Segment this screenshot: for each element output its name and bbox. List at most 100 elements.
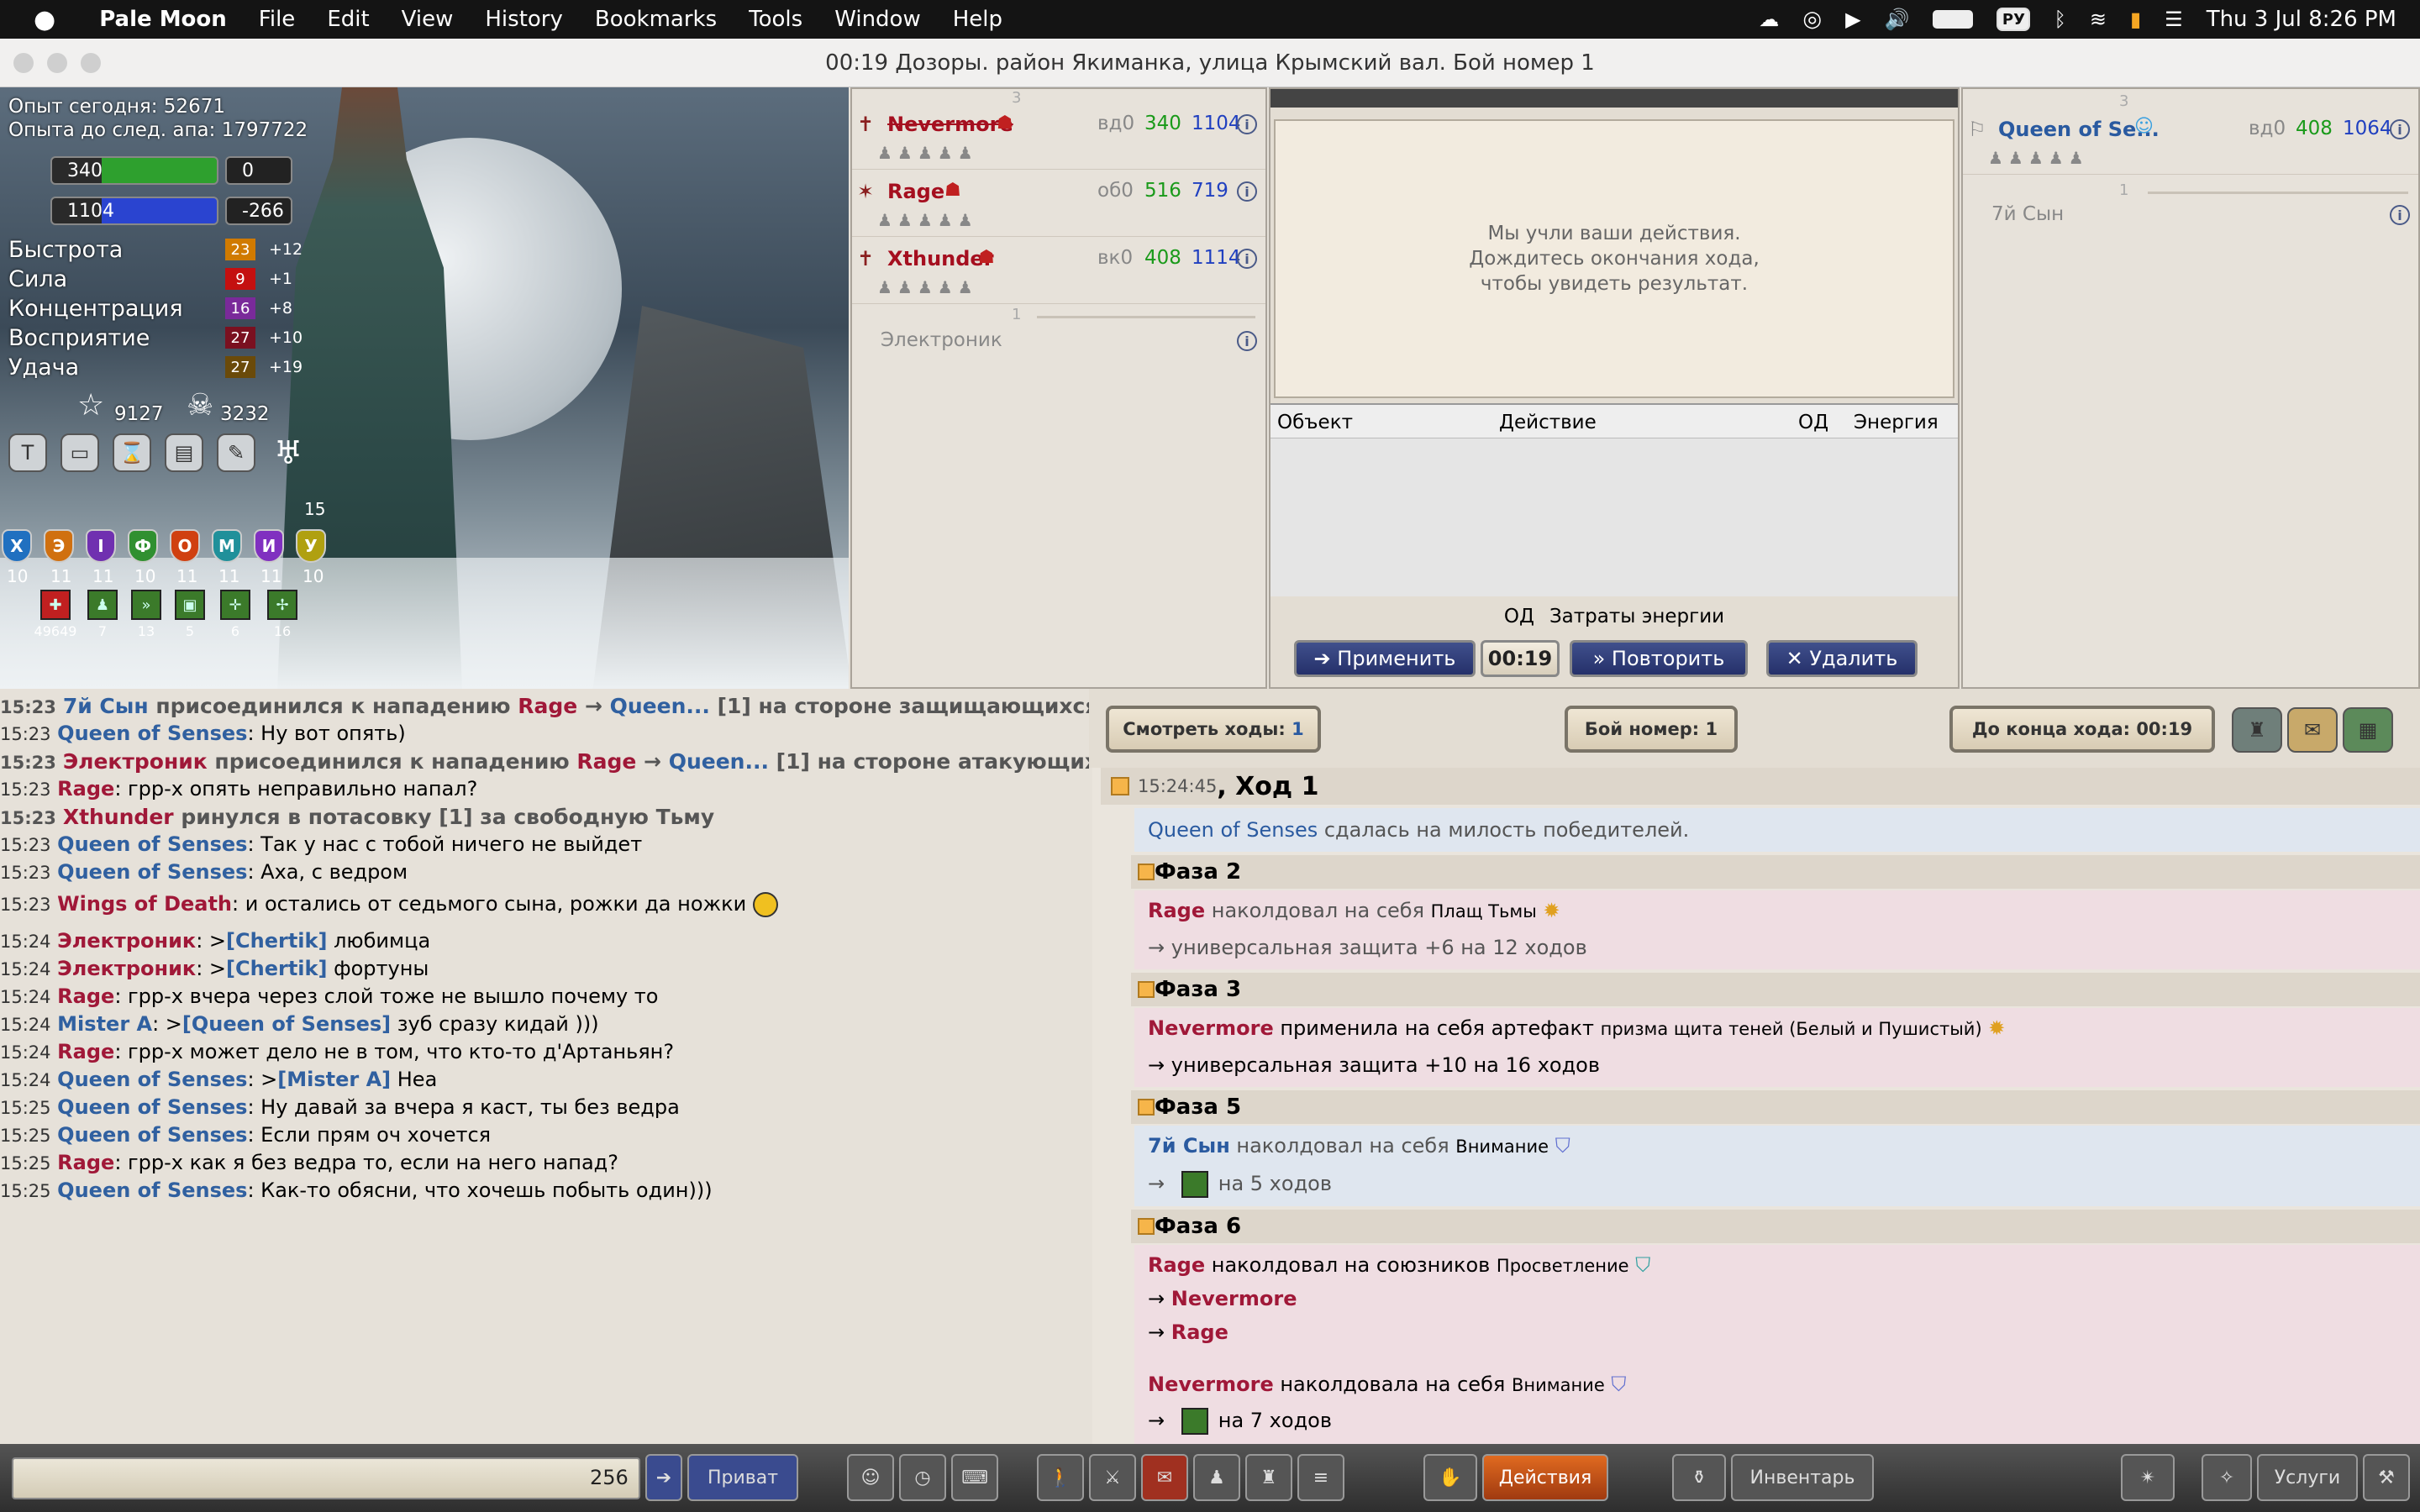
fighter-name[interactable]: Rage	[887, 180, 944, 203]
chat-author[interactable]: 7й Сын	[63, 694, 149, 718]
menu-app-name[interactable]: Pale Moon	[99, 7, 227, 32]
volume-icon[interactable]: 🔊	[1885, 8, 1910, 31]
swords-icon[interactable]: ⚔	[1089, 1454, 1136, 1501]
menu-tools[interactable]: Tools	[749, 7, 802, 32]
clock-icon[interactable]: ◷	[899, 1454, 946, 1501]
menu-history[interactable]: History	[485, 7, 563, 32]
box-icon[interactable]: ▣	[175, 590, 205, 620]
log-actor[interactable]: Rage	[1148, 1253, 1205, 1277]
private-button[interactable]: Приват	[687, 1454, 798, 1501]
fighter-name[interactable]: Nevermore	[887, 113, 1013, 136]
menu-bookmarks[interactable]: Bookmarks	[595, 7, 717, 32]
chat-recipient[interactable]: [Chertik]	[226, 929, 327, 953]
chat-author[interactable]: Xthunder	[63, 805, 174, 829]
shield-x-icon[interactable]: Х	[2, 529, 32, 563]
keyboard-icon[interactable]: ⌨	[951, 1454, 998, 1501]
fighter-row[interactable]: ✝ Xthunder ☗ вк0 408 1114 i ♟♟♟♟♟	[852, 239, 1265, 304]
close-window-button[interactable]	[13, 53, 34, 73]
chat-recipient[interactable]: [Mister A]	[277, 1068, 391, 1091]
notification-icon[interactable]: ▮	[2130, 8, 2141, 31]
inventory-icon[interactable]: ⚱	[1672, 1454, 1726, 1501]
menu-view[interactable]: View	[402, 7, 454, 32]
play-icon[interactable]: ▶	[1845, 8, 1860, 31]
sync-icon[interactable]: ◎	[1802, 7, 1822, 32]
tools-icon[interactable]: ✎	[217, 433, 255, 472]
menu-help[interactable]: Help	[953, 7, 1002, 32]
zoom-window-button[interactable]	[81, 53, 101, 73]
chat-author[interactable]: Электроник	[57, 957, 196, 980]
group-icon[interactable]: ♜	[1245, 1454, 1292, 1501]
info-icon[interactable]: i	[1237, 181, 1257, 202]
delete-button[interactable]: ✕ Удалить	[1766, 640, 1918, 677]
neutral-fighter-name[interactable]: Электроник	[881, 329, 1002, 351]
phase-collapse-icon[interactable]	[1138, 981, 1155, 998]
chat-attacker[interactable]: Rage	[576, 749, 636, 774]
send-button[interactable]: ➔	[645, 1454, 682, 1501]
chat-author[interactable]: Queen of Senses	[57, 860, 247, 884]
info-icon[interactable]: i	[1237, 249, 1257, 269]
shield-u-icon[interactable]: У	[296, 529, 326, 563]
log-actor[interactable]: Rage	[1148, 899, 1205, 922]
chat-author[interactable]: Queen of Senses	[57, 1179, 247, 1202]
chat-input[interactable]	[12, 1457, 640, 1499]
chat-author[interactable]: Queen of Senses	[57, 1095, 247, 1119]
chat-author[interactable]: Queen of Senses	[57, 1123, 247, 1147]
medkit-icon[interactable]: ✚	[40, 590, 71, 620]
chat-author[interactable]: Queen of Senses	[57, 832, 247, 856]
log-actor[interactable]: Nevermore	[1148, 1373, 1274, 1396]
chat-author[interactable]: Queen of Senses	[57, 722, 247, 745]
phase-collapse-icon[interactable]	[1138, 1218, 1155, 1235]
settings-icon[interactable]: ⚒	[2363, 1454, 2410, 1501]
chat-recipient[interactable]: [Queen of Senses]	[182, 1012, 391, 1036]
shield-o-icon[interactable]: О	[170, 529, 200, 563]
chat-author[interactable]: Wings of Death	[57, 892, 232, 916]
inventory-tab[interactable]: Инвентарь	[1731, 1454, 1874, 1501]
log-actor[interactable]: Queen of Senses	[1148, 818, 1318, 842]
log-target[interactable]: Rage	[1171, 1320, 1228, 1344]
chat-author[interactable]: Rage	[57, 1040, 114, 1063]
trophy-icon[interactable]: ♅	[269, 433, 308, 472]
chat-target[interactable]: Queen...	[669, 749, 769, 774]
watch-turns-button[interactable]: Смотреть ходы: 1	[1106, 706, 1321, 753]
bluetooth-icon[interactable]: ᛒ	[2054, 8, 2065, 31]
chat-author[interactable]: Rage	[57, 1151, 114, 1174]
mail-icon[interactable]: ✉	[1141, 1454, 1188, 1501]
turn-collapse-icon[interactable]	[1111, 777, 1129, 795]
actions-icon[interactable]: ✋	[1423, 1454, 1477, 1501]
emoticons-icon[interactable]: ☺	[847, 1454, 894, 1501]
tree-icon[interactable]: ✢	[267, 590, 297, 620]
services-icon[interactable]: ✧	[2202, 1454, 2252, 1501]
map-icon[interactable]: ▦	[2343, 707, 2393, 753]
menu-window[interactable]: Window	[834, 7, 921, 32]
phase-collapse-icon[interactable]	[1138, 1099, 1155, 1116]
menu-file[interactable]: File	[259, 7, 296, 32]
chat-target[interactable]: Queen...	[610, 694, 710, 718]
cloud-icon[interactable]: ☁	[1759, 8, 1779, 31]
chat-author[interactable]: Rage	[57, 777, 114, 801]
fighter-row[interactable]: ✶ Rage ☗ об0 516 719 i ♟♟♟♟♟	[852, 171, 1265, 237]
chat-author[interactable]: Mister A	[57, 1012, 152, 1036]
menubar-clock[interactable]: Thu 3 Jul 8:26 PM	[2207, 7, 2396, 32]
wallet-icon[interactable]: ▭	[60, 433, 99, 472]
fighter-row[interactable]: ✝ Nevermore ☗ вд0 340 1104 i ♟♟♟♟♟	[852, 104, 1265, 170]
log-actor[interactable]: Nevermore	[1148, 1016, 1274, 1040]
armor-icon[interactable]: ♜	[2232, 707, 2282, 753]
shield-m-icon[interactable]: М	[212, 529, 242, 563]
chat-author[interactable]: Электроник	[63, 749, 208, 774]
profile-t-icon[interactable]: T	[8, 433, 47, 472]
info-icon[interactable]: i	[2390, 205, 2410, 225]
chat-author[interactable]: Rage	[57, 984, 114, 1008]
shield-and-icon[interactable]: И	[254, 529, 284, 563]
shield-e-icon[interactable]: Э	[44, 529, 74, 563]
walk-icon[interactable]: 🚶	[1037, 1454, 1084, 1501]
document-icon[interactable]: ▤	[165, 433, 203, 472]
log-actor[interactable]: 7й Сын	[1148, 1134, 1230, 1158]
group-icon[interactable]: ♟	[87, 590, 118, 620]
scroll-icon[interactable]: ✉	[2287, 707, 2338, 753]
magic-icon[interactable]: ✴	[2121, 1454, 2175, 1501]
chat-panel[interactable]: 15:23 7й Сын присоединился к нападению R…	[0, 689, 1089, 1444]
chat-recipient[interactable]: [Chertik]	[226, 957, 327, 980]
layers-icon[interactable]: ≡	[1297, 1454, 1344, 1501]
hourglass-icon[interactable]: ⌛	[113, 433, 151, 472]
info-icon[interactable]: i	[2390, 119, 2410, 139]
